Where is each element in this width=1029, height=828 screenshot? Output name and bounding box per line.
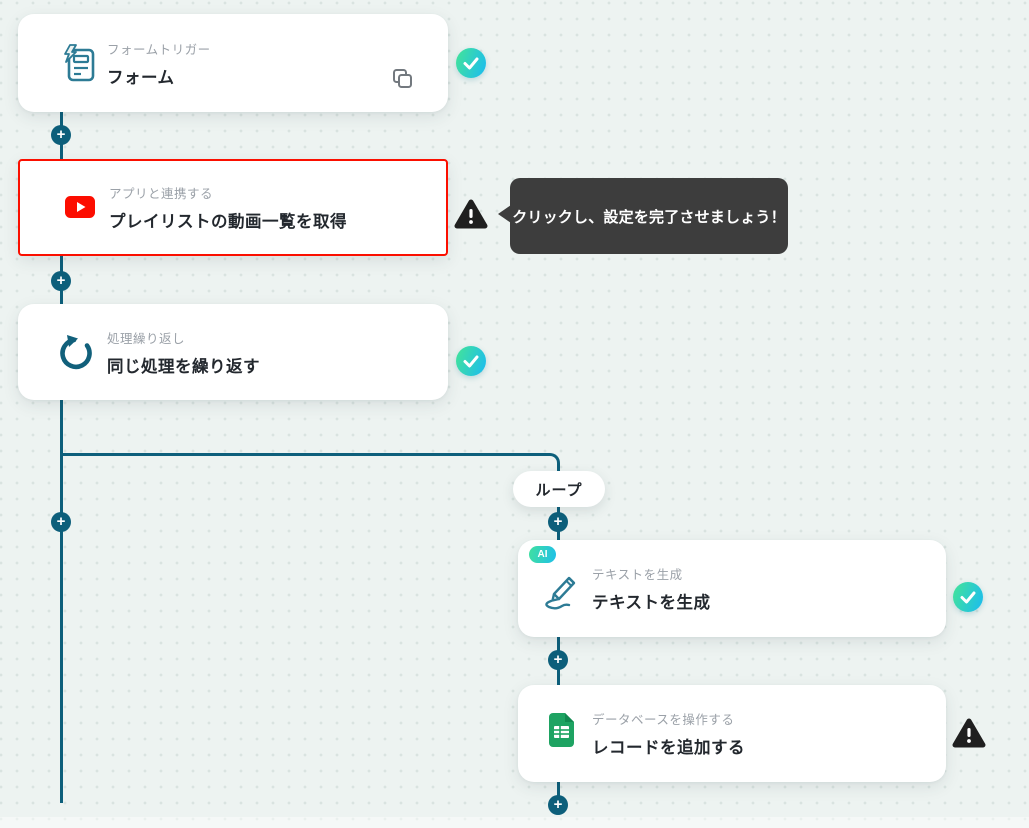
node-title: プレイリストの動画一覧を取得 (109, 213, 347, 231)
node-category-label: アプリと連携する (109, 187, 214, 201)
node-card-generate-text[interactable]: AI テキストを生成 テキストを生成 (518, 540, 946, 637)
node-card-form-trigger[interactable]: フォームトリガー フォーム (18, 14, 448, 112)
node-category-label: テキストを生成 (592, 568, 683, 582)
status-complete-badge (953, 582, 983, 612)
node-title: レコードを追加する (592, 739, 745, 757)
status-warning-badge (453, 198, 489, 232)
check-icon (960, 591, 976, 604)
status-complete-badge (456, 48, 486, 78)
setup-tooltip: クリックし、設定を完了させましょう！ (498, 178, 788, 254)
add-step-button[interactable] (548, 512, 568, 532)
add-step-button[interactable] (51, 271, 71, 291)
check-icon (463, 57, 479, 70)
copy-node-button[interactable] (390, 66, 414, 90)
tooltip-arrow-icon (498, 205, 511, 223)
loop-icon (60, 334, 96, 372)
add-step-button[interactable] (51, 125, 71, 145)
check-icon (463, 355, 479, 368)
warning-icon (952, 718, 986, 748)
tooltip-text: クリックし、設定を完了させましょう！ (512, 208, 786, 226)
node-category-label: 処理繰り返し (107, 331, 186, 346)
node-category-label: フォームトリガー (107, 42, 211, 57)
loop-branch-label-text: ループ (535, 481, 583, 499)
add-step-button[interactable] (548, 650, 568, 670)
warning-icon (454, 199, 488, 229)
status-complete-badge (456, 346, 486, 376)
node-card-add-record[interactable]: データベースを操作する レコードを追加する (518, 685, 946, 782)
google-sheets-icon (547, 711, 577, 749)
workflow-canvas: フォームトリガー フォーム アプリと連携する プレイリストの動画一覧を取得 (0, 0, 1029, 828)
ai-badge: AI (529, 546, 556, 563)
loop-branch-connector (61, 453, 560, 493)
form-trigger-icon (60, 43, 98, 85)
loop-branch-label: ループ (513, 471, 605, 507)
node-category-label: データベースを操作する (592, 713, 735, 727)
add-step-button[interactable] (548, 795, 568, 815)
add-step-button[interactable] (51, 512, 71, 532)
node-card-repeat-process[interactable]: 処理繰り返し 同じ処理を繰り返す (18, 304, 448, 400)
node-card-youtube-get-playlist[interactable]: アプリと連携する プレイリストの動画一覧を取得 (18, 159, 448, 256)
node-title: テキストを生成 (592, 594, 711, 612)
node-title: 同じ処理を繰り返す (107, 357, 260, 376)
youtube-icon (64, 195, 96, 219)
ai-pencil-icon (542, 568, 584, 612)
canvas-bottom-fade (0, 817, 1029, 828)
node-title: フォーム (107, 68, 175, 87)
ai-badge-text: AI (537, 549, 548, 560)
status-warning-badge (951, 717, 987, 751)
